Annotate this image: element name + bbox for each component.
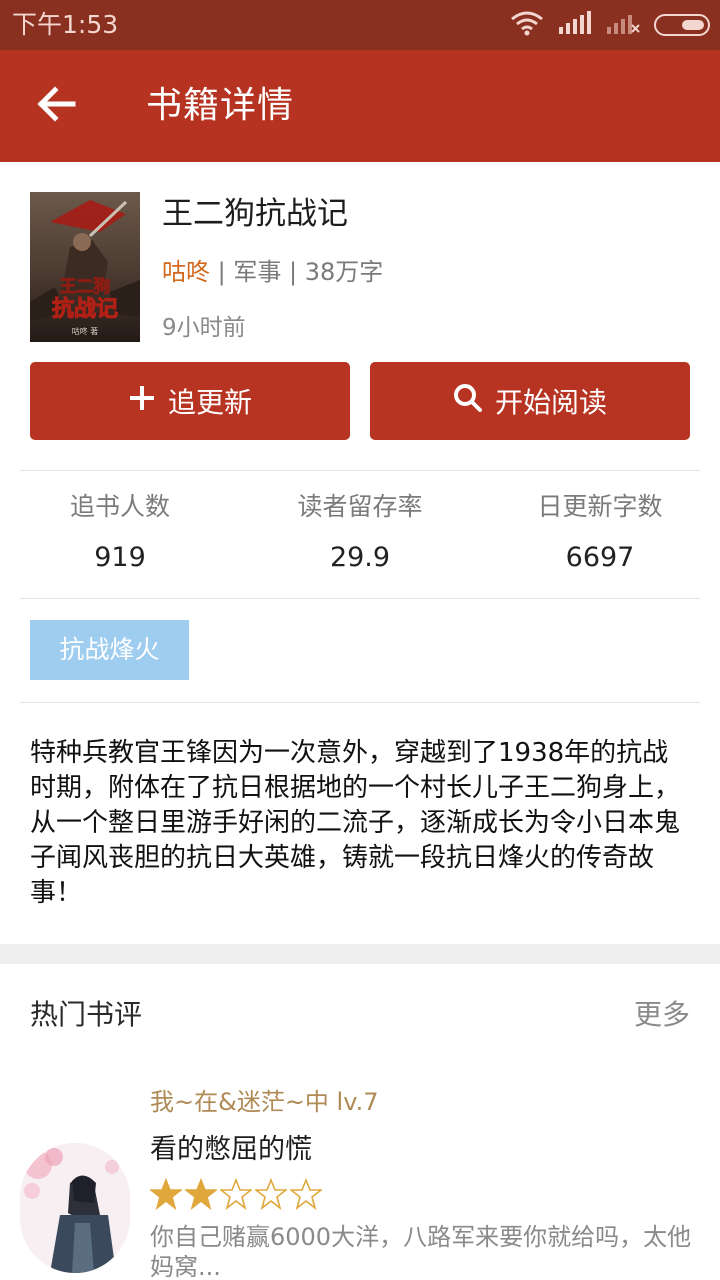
book-meta: 咕咚 | 军事 | 38万字	[162, 256, 383, 288]
star-filled-icon	[185, 1178, 217, 1210]
battery-icon	[654, 14, 710, 36]
stat-label: 追书人数	[69, 492, 170, 521]
search-icon	[453, 383, 483, 420]
app-bar: 书籍详情	[0, 50, 720, 162]
divider	[20, 598, 700, 599]
section-separator	[0, 944, 720, 964]
star-empty-icon	[290, 1178, 322, 1210]
meta-separator: |	[210, 258, 234, 286]
cover-author: 咕咚 著	[72, 326, 99, 336]
stat-value: 6697	[565, 542, 635, 573]
book-category: 军事	[233, 258, 282, 286]
status-icons	[510, 9, 710, 41]
stat-followers: 追书人数 919	[0, 490, 240, 576]
more-reviews-link[interactable]: 更多	[634, 996, 690, 1034]
review-excerpt[interactable]: 你自己赌赢6000大洋，八路军来要你就给吗，太他妈窝...	[150, 1222, 695, 1280]
status-bar: 下午1:53	[0, 0, 720, 50]
follow-updates-label: 追更新	[167, 386, 252, 419]
meta-separator: |	[281, 258, 305, 286]
book-updated-time: 9小时前	[162, 315, 246, 341]
arrow-left-icon	[36, 86, 76, 126]
star-filled-icon	[150, 1178, 182, 1210]
review-title[interactable]: 看的憋屈的慌	[150, 1132, 312, 1168]
stat-label: 日更新字数	[537, 492, 663, 521]
cover-title-line2: 抗战记	[52, 296, 118, 322]
start-reading-button[interactable]: 开始阅读	[370, 362, 690, 440]
star-empty-icon	[220, 1178, 252, 1210]
follow-updates-button[interactable]: 追更新	[30, 362, 350, 440]
book-cover[interactable]: 王二狗 抗战记 咕咚 著	[30, 192, 140, 342]
page-title: 书籍详情	[146, 85, 295, 126]
cover-title-line1: 王二狗	[60, 276, 111, 297]
avatar[interactable]	[20, 1143, 130, 1273]
divider	[20, 470, 700, 471]
stat-value: 29.9	[329, 542, 391, 573]
hot-reviews-title: 热门书评	[30, 998, 143, 1031]
star-empty-icon	[255, 1178, 287, 1210]
reviewer-name[interactable]: 我~在&迷茫~中 lv.7	[150, 1086, 378, 1118]
back-button[interactable]	[26, 76, 86, 136]
book-author[interactable]: 咕咚	[162, 258, 210, 286]
stat-daily-words: 日更新字数 6697	[480, 490, 720, 576]
signal-icon	[558, 11, 592, 39]
tag-chip[interactable]: 抗战烽火	[30, 620, 189, 680]
divider	[20, 702, 700, 703]
status-time: 下午1:53	[12, 10, 119, 39]
plus-icon	[128, 384, 156, 419]
stat-retention: 读者留存率 29.9	[240, 490, 480, 576]
start-reading-label: 开始阅读	[494, 386, 607, 419]
book-word-count: 38万字	[304, 258, 384, 286]
book-description: 特种兵教官王锋因为一次意外，穿越到了1938年的抗战时期，附体在了抗日根据地的一…	[30, 738, 681, 908]
signal-off-icon	[606, 11, 640, 39]
book-title: 王二狗抗战记	[162, 196, 348, 232]
stat-label: 读者留存率	[297, 492, 423, 521]
star-rating	[150, 1178, 322, 1212]
wifi-icon	[510, 10, 544, 40]
stat-value: 919	[94, 542, 146, 573]
